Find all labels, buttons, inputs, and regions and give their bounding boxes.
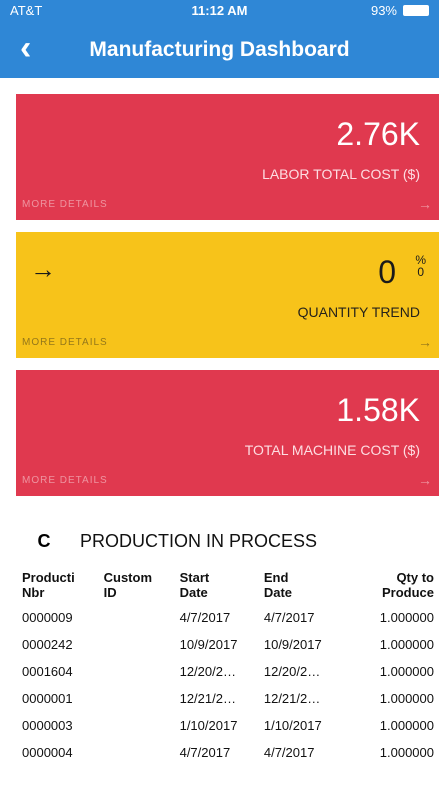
cell-start-date: 12/20/2… — [179, 664, 236, 679]
table-row[interactable]: 0001604 12/20/2… 12/20/2… 1.000000 — [16, 658, 439, 685]
cell-end-date: 4/7/2017 — [263, 745, 315, 760]
more-details-link[interactable]: MORE DETAILS — [22, 337, 108, 348]
quantity-trend-label: QUANTITY TREND — [297, 304, 420, 320]
cell-start-date: 10/9/2017 — [179, 637, 238, 652]
machine-cost-label: TOTAL MACHINE COST ($) — [244, 442, 420, 458]
cell-product-nbr: 0000001 — [22, 691, 73, 706]
cell-end-date: 4/7/2017 — [263, 610, 315, 625]
trend-percent: % 0 — [415, 254, 426, 278]
table-row[interactable]: 0000004 4/7/2017 4/7/2017 1.000000 — [16, 739, 439, 766]
cell-customer-id — [98, 712, 174, 739]
cell-qty: 1.000000 — [379, 637, 434, 652]
production-section-header: C PRODUCTION IN PROCESS — [16, 526, 439, 556]
page-title: Manufacturing Dashboard — [89, 38, 350, 61]
cell-end-date: 12/21/2… — [263, 691, 321, 706]
column-header-end-date[interactable]: End Date — [258, 566, 345, 604]
column-header-qty[interactable]: Qty to Produce — [345, 566, 439, 604]
cell-start-date: 12/21/2… — [179, 691, 236, 706]
arrow-right-icon[interactable]: → — [418, 196, 432, 212]
column-header-customer-id[interactable]: Custom ID — [98, 566, 174, 604]
status-right: 93% — [371, 3, 429, 18]
labor-cost-label: LABOR TOTAL COST ($) — [262, 166, 420, 182]
labor-cost-value: 2.76K — [336, 116, 420, 152]
table-header-row: Producti Nbr Custom ID Start Date End Date Q… — [16, 566, 439, 604]
quantity-trend-value: 0 — [378, 254, 396, 290]
arrow-right-icon[interactable]: → — [418, 334, 432, 350]
cell-customer-id — [98, 685, 174, 712]
trend-arrow-icon: → — [30, 254, 56, 284]
battery-icon — [403, 5, 429, 16]
column-header-product-nbr[interactable]: Producti Nbr — [16, 566, 98, 604]
cell-end-date: 10/9/2017 — [263, 637, 322, 652]
machine-cost-value: 1.58K — [336, 392, 420, 428]
arrow-right-icon[interactable]: → — [418, 472, 432, 488]
cell-product-nbr: 0001604 — [22, 664, 73, 679]
cell-product-nbr: 0000003 — [22, 718, 73, 733]
cell-qty: 1.000000 — [379, 691, 434, 706]
nav-bar: ‹ Manufacturing Dashboard — [0, 20, 439, 78]
cell-start-date: 4/7/2017 — [179, 610, 231, 625]
cell-customer-id — [98, 658, 174, 685]
cell-customer-id — [98, 604, 174, 631]
refresh-icon[interactable]: C — [32, 531, 56, 552]
cell-product-nbr: 0000242 — [22, 637, 73, 652]
table-row[interactable]: 0000009 4/7/2017 4/7/2017 1.000000 — [16, 604, 439, 631]
labor-cost-card[interactable]: 2.76K LABOR TOTAL COST ($) MORE DETAILS … — [16, 94, 439, 220]
cell-start-date: 1/10/2017 — [179, 718, 238, 733]
cell-customer-id — [98, 631, 174, 658]
quantity-trend-card[interactable]: → 0 % 0 QUANTITY TREND MORE DETAILS → — [16, 232, 439, 358]
battery-percent: 93% — [370, 3, 397, 18]
cell-qty: 1.000000 — [379, 664, 434, 679]
cell-qty: 1.000000 — [379, 610, 434, 625]
table-row[interactable]: 0000001 12/21/2… 12/21/2… 1.000000 — [16, 685, 439, 712]
machine-cost-card[interactable]: 1.58K TOTAL MACHINE COST ($) MORE DETAIL… — [16, 370, 439, 496]
production-table: Producti Nbr Custom ID Start Date End Date Q… — [16, 566, 439, 766]
cell-qty: 1.000000 — [379, 745, 434, 760]
percent-value: 0 — [417, 265, 424, 279]
column-header-start-date[interactable]: Start Date — [174, 566, 258, 604]
cell-customer-id — [98, 739, 174, 766]
cell-start-date: 4/7/2017 — [179, 745, 231, 760]
more-details-link[interactable]: MORE DETAILS — [22, 475, 108, 486]
cell-end-date: 1/10/2017 — [263, 718, 322, 733]
table-row[interactable]: 0000242 10/9/2017 10/9/2017 1.000000 — [16, 631, 439, 658]
more-details-link[interactable]: MORE DETAILS — [22, 199, 108, 210]
cell-end-date: 12/20/2… — [263, 664, 321, 679]
table-row[interactable]: 0000003 1/10/2017 1/10/2017 1.000000 — [16, 712, 439, 739]
cell-qty: 1.000000 — [379, 718, 434, 733]
section-title: PRODUCTION IN PROCESS — [80, 530, 318, 551]
cell-product-nbr: 0000009 — [22, 610, 73, 625]
cell-product-nbr: 0000004 — [22, 745, 73, 760]
status-bar: AT&T 11:12 AM 93% — [0, 0, 439, 20]
